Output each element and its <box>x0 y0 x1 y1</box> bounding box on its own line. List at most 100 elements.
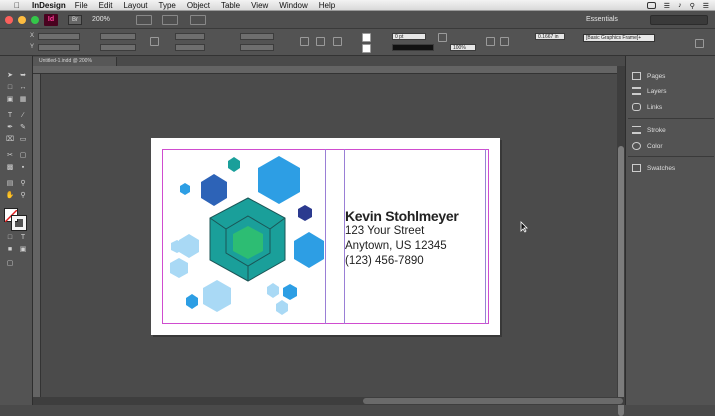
contact-phone: (123) 456-7890 <box>345 255 424 267</box>
apply-color-icon[interactable]: ■ <box>5 246 15 254</box>
note-tool-icon[interactable]: ▤ <box>5 180 15 188</box>
arrange-documents-button[interactable] <box>190 15 206 25</box>
stroke-color-icon[interactable] <box>11 215 27 231</box>
stroke-swatch-icon[interactable] <box>362 44 371 53</box>
bridge-button[interactable]: Br <box>68 15 82 25</box>
contact-city: Anytown, US 12345 <box>345 240 447 252</box>
height-field[interactable] <box>100 44 136 51</box>
zoom-level-dropdown[interactable]: 200% <box>92 15 122 25</box>
rotation-field[interactable] <box>240 33 274 40</box>
panel-links[interactable]: Links <box>632 100 712 114</box>
eyedropper-tool-icon[interactable]: ⚲ <box>18 180 28 188</box>
close-window-button[interactable] <box>5 16 13 24</box>
vertical-ruler[interactable] <box>33 74 41 397</box>
panel-pages[interactable]: Pages <box>632 69 712 83</box>
apple-icon[interactable]:  <box>14 1 24 10</box>
selection-tool-icon[interactable]: ➤ <box>5 72 15 80</box>
hexagon-blue-right <box>294 232 324 268</box>
horizontal-ruler[interactable] <box>33 66 617 74</box>
document-tab[interactable]: Untitled-1.indd @ 200% <box>33 57 117 66</box>
menu-type[interactable]: Type <box>159 1 176 10</box>
flip-icon[interactable] <box>316 37 325 46</box>
corner-size-field[interactable]: 0.1667 in <box>535 33 565 40</box>
menu-edit[interactable]: Edit <box>99 1 113 10</box>
view-options-button[interactable] <box>136 15 152 25</box>
panel-pages-label: Pages <box>647 72 666 80</box>
workspace-switcher[interactable]: Essentials <box>586 15 634 25</box>
pen-tool-icon[interactable]: ✒ <box>5 124 15 132</box>
panel-color-label: Color <box>647 142 663 150</box>
vertical-scrollbar[interactable] <box>617 66 625 416</box>
vertical-scroll-thumb[interactable] <box>618 146 624 416</box>
rectangle-frame-tool-icon[interactable]: ⌧ <box>5 136 15 144</box>
menu-file[interactable]: File <box>75 1 88 10</box>
panel-stroke[interactable]: Stroke <box>632 123 712 137</box>
constrain-proportions-icon[interactable] <box>150 37 159 46</box>
pencil-tool-icon[interactable]: ✎ <box>18 124 28 132</box>
page-tool-icon[interactable]: □ <box>5 84 15 92</box>
x-field[interactable] <box>38 33 80 40</box>
battery-icon[interactable] <box>646 2 656 9</box>
menu-table[interactable]: Table <box>221 1 240 10</box>
select-container-icon[interactable] <box>333 37 342 46</box>
shear-field[interactable] <box>240 44 274 51</box>
volume-icon[interactable]: ♪ <box>678 2 682 9</box>
scissors-tool-icon[interactable]: ✂ <box>5 152 15 160</box>
hexagon-logo-graphic[interactable] <box>169 150 329 320</box>
fitting-icon[interactable] <box>500 37 509 46</box>
menu-view[interactable]: View <box>251 1 268 10</box>
app-menu[interactable]: InDesign <box>32 1 66 10</box>
notification-icon[interactable]: ☰ <box>703 2 709 10</box>
panel-color[interactable]: Color <box>632 139 712 153</box>
text-wrap-icon[interactable] <box>486 37 495 46</box>
stroke-type-dropdown[interactable] <box>392 44 434 51</box>
direct-selection-tool-icon[interactable]: ➥ <box>18 72 28 80</box>
panel-divider-2 <box>628 156 714 157</box>
horizontal-scroll-thumb[interactable] <box>363 398 623 404</box>
scale-y-field[interactable] <box>175 44 205 51</box>
content-collector-icon[interactable]: ▣ <box>5 96 15 104</box>
line-tool-icon[interactable]: ∕ <box>18 112 28 120</box>
formatting-container-icon[interactable]: □ <box>5 234 15 242</box>
gap-tool-icon[interactable]: ↔ <box>18 84 28 92</box>
menu-help[interactable]: Help <box>319 1 335 10</box>
help-search-input[interactable] <box>650 15 708 25</box>
apply-gradient-icon[interactable]: ▣ <box>18 246 28 254</box>
screen-mode-button[interactable] <box>162 15 178 25</box>
menu-layout[interactable]: Layout <box>123 1 147 10</box>
spotlight-icon[interactable]: ⚲ <box>690 2 695 10</box>
width-field[interactable] <box>100 33 136 40</box>
fill-swatch-icon[interactable] <box>362 33 371 42</box>
y-field[interactable] <box>38 44 80 51</box>
panel-swatches[interactable]: Swatches <box>632 161 712 175</box>
formatting-text-icon[interactable]: T <box>18 234 28 242</box>
effects-icon[interactable] <box>438 33 447 42</box>
object-style-dropdown[interactable]: [Basic Graphics Frame]+ <box>583 34 655 42</box>
minimize-window-button[interactable] <box>18 16 26 24</box>
stroke-weight-field[interactable]: 0 pt <box>392 33 426 40</box>
gradient-tool-icon[interactable]: ▩ <box>5 164 15 172</box>
rotate-icon[interactable] <box>300 37 309 46</box>
panel-menu-icon[interactable] <box>695 39 704 48</box>
rectangle-tool-icon[interactable]: ▭ <box>18 136 28 144</box>
gradient-feather-tool-icon[interactable]: ▪ <box>18 164 28 172</box>
hand-tool-icon[interactable]: ✋ <box>5 192 15 200</box>
opacity-field[interactable]: 100% <box>450 44 476 51</box>
contact-text-frame[interactable]: Kevin Stohlmeyer 123 Your Street Anytown… <box>345 208 459 269</box>
screen-mode-icon[interactable]: ▢ <box>5 260 15 268</box>
hexagon-blue-tiny <box>283 284 297 300</box>
wifi-icon[interactable]: ☰ <box>664 2 670 10</box>
horizontal-scrollbar[interactable] <box>33 397 625 405</box>
menu-window[interactable]: Window <box>279 1 307 10</box>
free-transform-tool-icon[interactable]: ▢ <box>18 152 28 160</box>
zoom-tool-icon[interactable]: ⚲ <box>18 192 28 200</box>
panel-layers[interactable]: Layers <box>632 84 712 98</box>
scale-x-field[interactable] <box>175 33 205 40</box>
zoom-window-button[interactable] <box>31 16 39 24</box>
content-placer-icon[interactable]: ▦ <box>18 96 28 104</box>
document-page[interactable]: Kevin Stohlmeyer 123 Your Street Anytown… <box>151 138 500 335</box>
menu-object[interactable]: Object <box>187 1 210 10</box>
mac-menubar:  InDesign File Edit Layout Type Object … <box>0 0 715 11</box>
type-tool-icon[interactable]: T <box>5 112 15 120</box>
mouse-pointer-icon <box>520 221 528 233</box>
